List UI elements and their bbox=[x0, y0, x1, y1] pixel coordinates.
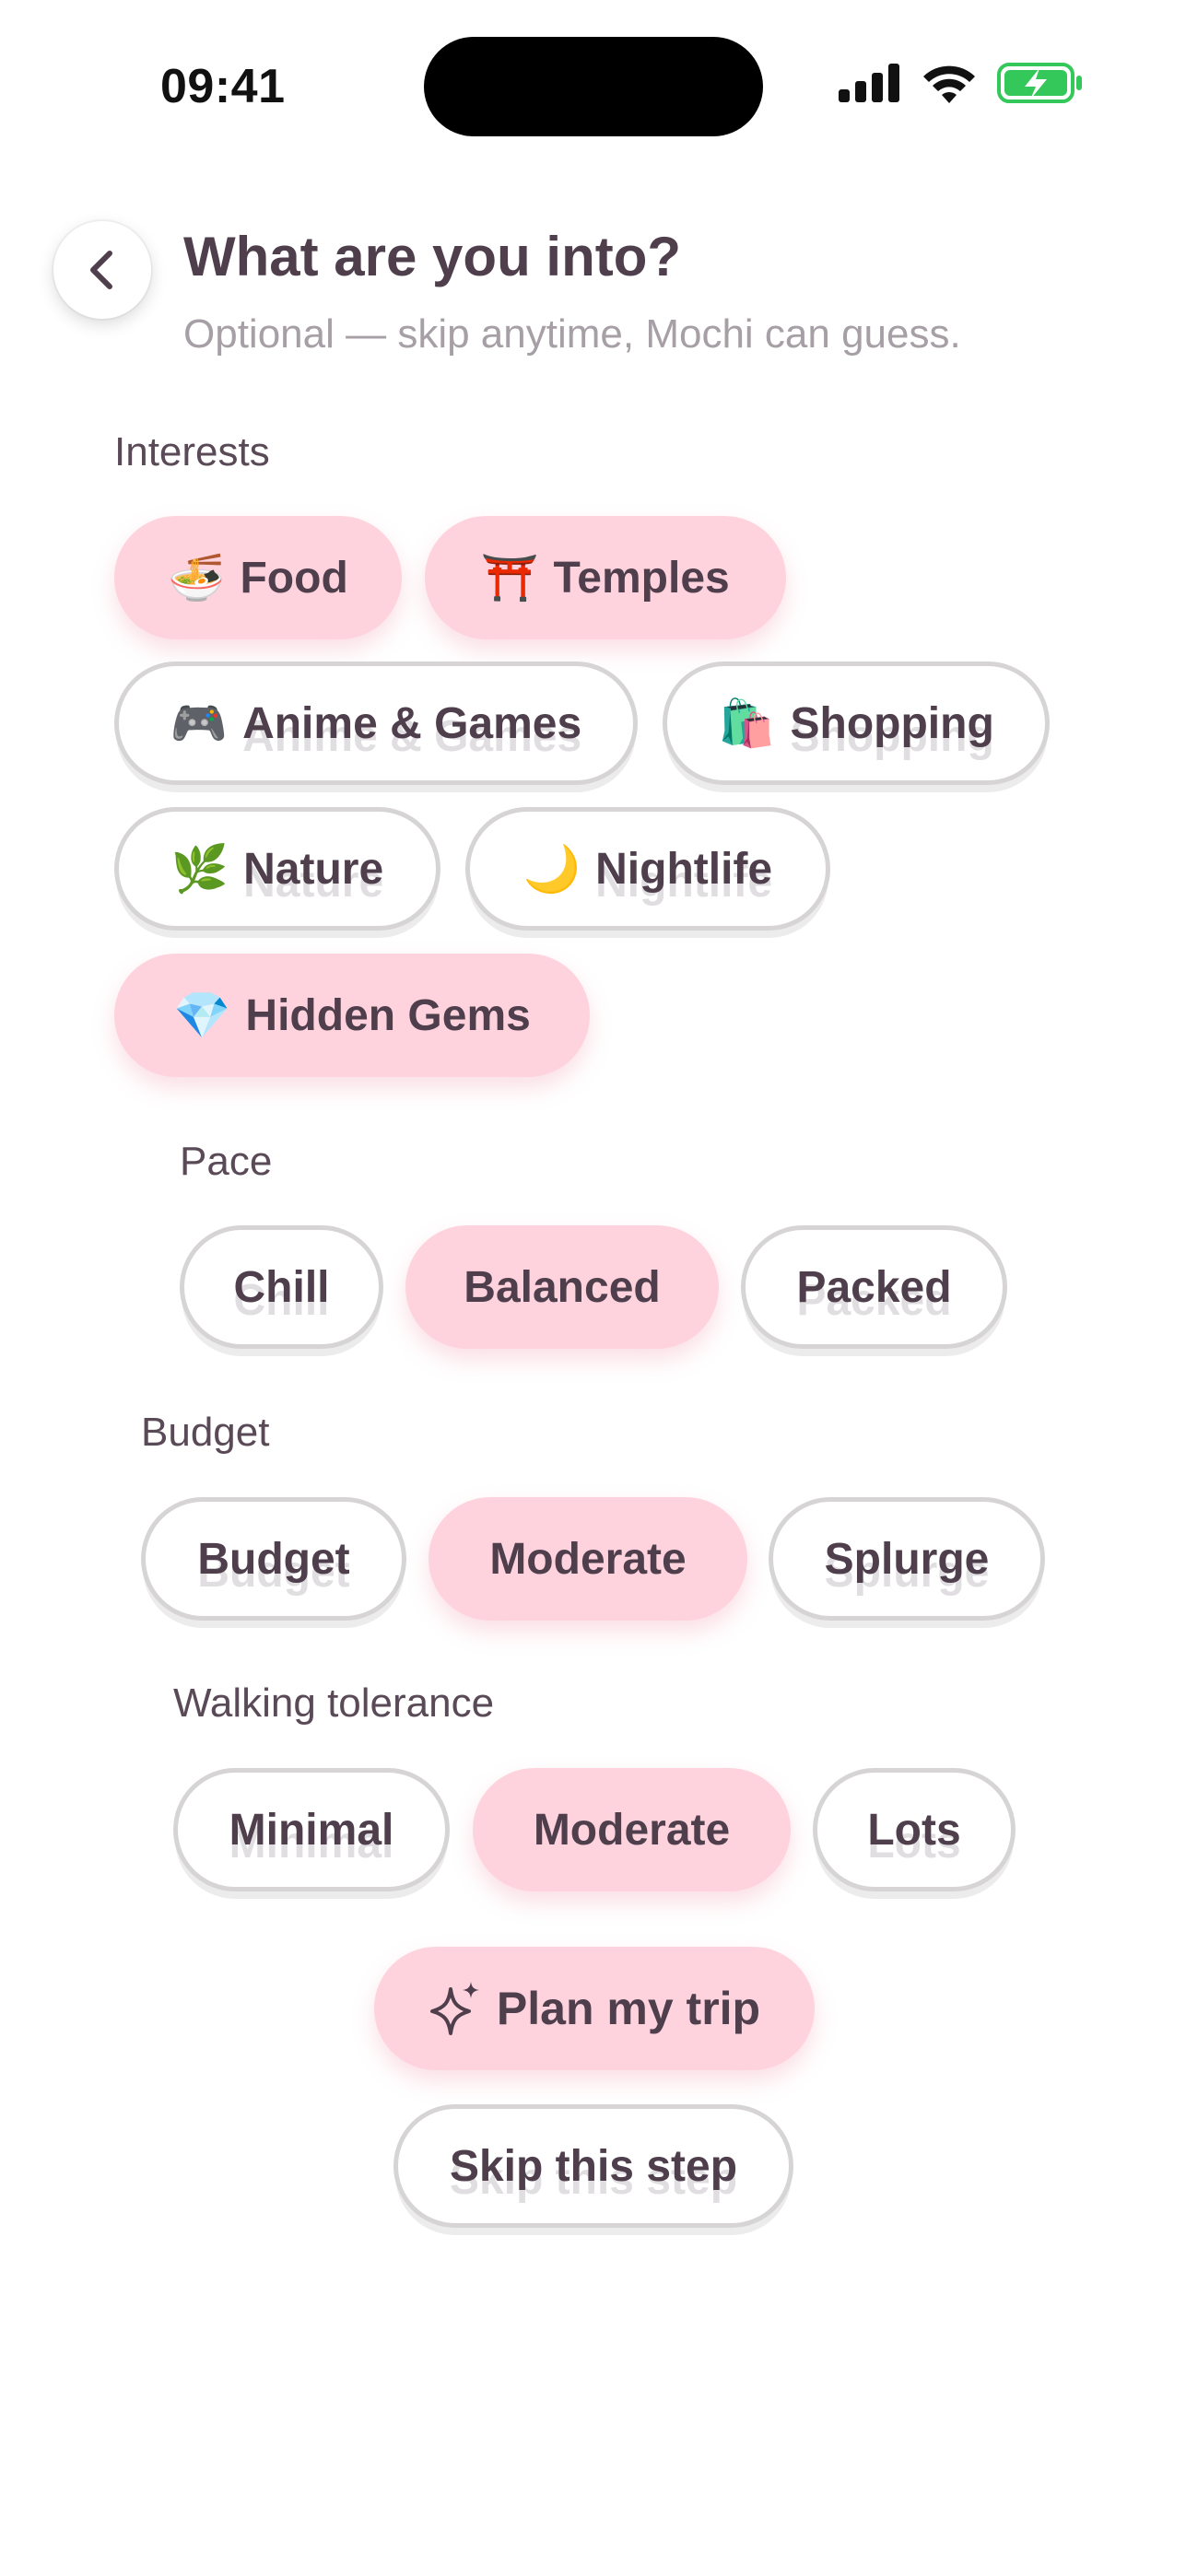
pace-packed-option[interactable]: Packed bbox=[741, 1225, 1007, 1349]
screen: 09:41 What are you into? Optional — skip… bbox=[0, 0, 1186, 2576]
interests-label: Interests bbox=[114, 429, 270, 474]
chip-anime-games[interactable]: 🎮 Anime & Games bbox=[114, 662, 638, 785]
dynamic-island bbox=[424, 37, 763, 136]
budget-splurge-option[interactable]: Splurge bbox=[769, 1497, 1045, 1621]
noodle-bowl-icon: 🍜 bbox=[168, 551, 226, 604]
pace-label: Pace bbox=[180, 1139, 273, 1184]
budget-moderate-option[interactable]: Moderate bbox=[429, 1497, 747, 1621]
chip-shopping[interactable]: 🛍️ Shopping bbox=[663, 662, 1050, 785]
status-time: 09:41 bbox=[160, 60, 286, 113]
chevron-left-icon bbox=[90, 251, 112, 289]
status-icons bbox=[839, 63, 1084, 103]
chip-hidden-gems[interactable]: 💎 Hidden Gems bbox=[114, 954, 590, 1077]
walking-minimal-option[interactable]: Minimal bbox=[173, 1768, 450, 1891]
walking-lots-option[interactable]: Lots bbox=[813, 1768, 1016, 1891]
walking-label: Walking tolerance bbox=[173, 1680, 495, 1726]
chip-temples[interactable]: ⛩️ Temples bbox=[425, 516, 786, 639]
page-subtitle: Optional — skip anytime, Mochi can guess… bbox=[183, 311, 961, 357]
pace-chill-option[interactable]: Chill bbox=[180, 1225, 383, 1349]
skip-step-button[interactable]: Skip this step bbox=[393, 2104, 793, 2228]
chip-nature[interactable]: 🌿 Nature bbox=[114, 807, 440, 931]
pace-balanced-option[interactable]: Balanced bbox=[405, 1225, 719, 1349]
torii-gate-icon: ⛩️ bbox=[481, 551, 539, 604]
shopping-bags-icon: 🛍️ bbox=[718, 697, 776, 750]
gem-stone-icon: 💎 bbox=[173, 989, 231, 1042]
crescent-moon-icon: 🌙 bbox=[523, 842, 581, 896]
battery-charging-icon bbox=[997, 63, 1082, 103]
page-title: What are you into? bbox=[183, 226, 681, 287]
back-button[interactable] bbox=[53, 221, 151, 319]
budget-label: Budget bbox=[141, 1410, 270, 1455]
sparkles-icon bbox=[429, 1982, 479, 2035]
wifi-icon bbox=[923, 65, 975, 103]
chip-nightlife[interactable]: 🌙 Nightlife bbox=[465, 807, 830, 931]
walking-moderate-option[interactable]: Moderate bbox=[473, 1768, 791, 1891]
cellular-signal-icon bbox=[839, 64, 899, 102]
herb-leaf-icon: 🌿 bbox=[170, 842, 229, 896]
chip-food[interactable]: 🍜 Food bbox=[114, 516, 402, 639]
game-controller-icon: 🎮 bbox=[170, 697, 229, 750]
budget-budget-option[interactable]: Budget bbox=[141, 1497, 406, 1621]
plan-trip-button[interactable]: Plan my trip bbox=[374, 1947, 815, 2070]
